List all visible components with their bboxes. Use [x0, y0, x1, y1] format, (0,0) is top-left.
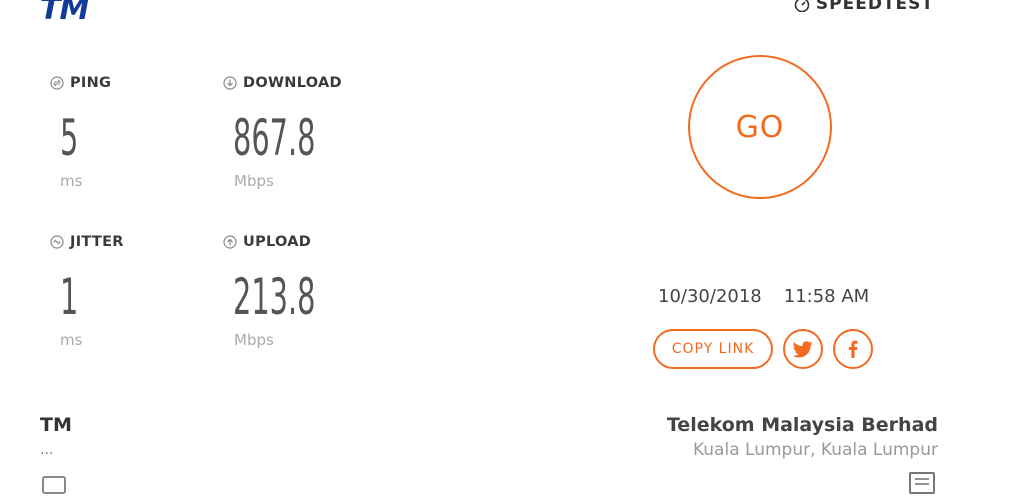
jitter-value: 1	[60, 268, 79, 326]
twitter-share-button[interactable]	[783, 329, 823, 369]
go-button[interactable]: GO	[688, 55, 832, 199]
upload-label-row: UPLOAD	[223, 234, 311, 250]
isp-device-icon[interactable]	[42, 476, 66, 494]
download-label-row: DOWNLOAD	[223, 75, 342, 91]
download-label: DOWNLOAD	[243, 75, 342, 91]
ping-metric: PING	[50, 75, 111, 91]
brand-label: SPEEDTEST	[815, 0, 934, 14]
isp-name: TM	[40, 414, 72, 436]
isp-ip: ...	[40, 442, 54, 458]
upload-icon	[223, 235, 237, 249]
ping-label: PING	[70, 75, 112, 91]
download-metric: DOWNLOAD	[223, 75, 342, 91]
copy-link-button[interactable]: COPY LINK	[653, 329, 773, 369]
jitter-unit: ms	[60, 331, 83, 349]
result-date: 10/30/2018	[658, 286, 762, 307]
jitter-icon	[50, 235, 64, 249]
facebook-icon	[848, 340, 858, 358]
jitter-label: JITTER	[70, 234, 124, 250]
go-label: GO	[735, 109, 785, 145]
server-location: Kuala Lumpur, Kuala Lumpur	[692, 440, 938, 460]
speedtest-brand[interactable]: SPEEDTEST	[794, 0, 934, 14]
speedometer-icon	[794, 0, 810, 12]
server-name[interactable]: Telekom Malaysia Berhad	[667, 414, 938, 436]
result-timestamp: 10/30/2018 11:58 AM	[658, 286, 869, 307]
ping-label-row: PING	[50, 75, 111, 91]
tm-logo: TM	[40, 0, 89, 27]
jitter-metric: JITTER	[50, 234, 124, 250]
ping-unit: ms	[60, 172, 83, 190]
list-lines-icon	[915, 478, 929, 485]
upload-label: UPLOAD	[243, 234, 312, 250]
upload-unit: Mbps	[234, 331, 274, 349]
upload-value: 213.8	[233, 268, 316, 326]
ping-value: 5	[60, 109, 79, 167]
download-unit: Mbps	[234, 172, 274, 190]
download-icon	[223, 76, 237, 90]
ping-icon	[50, 76, 64, 90]
server-list-icon[interactable]	[909, 472, 935, 494]
result-time: 11:58 AM	[783, 286, 870, 307]
download-value: 867.8	[233, 109, 316, 167]
upload-metric: UPLOAD	[223, 234, 311, 250]
jitter-label-row: JITTER	[50, 234, 124, 250]
facebook-share-button[interactable]	[833, 329, 873, 369]
copy-link-label: COPY LINK	[671, 341, 755, 357]
twitter-icon	[793, 340, 813, 357]
